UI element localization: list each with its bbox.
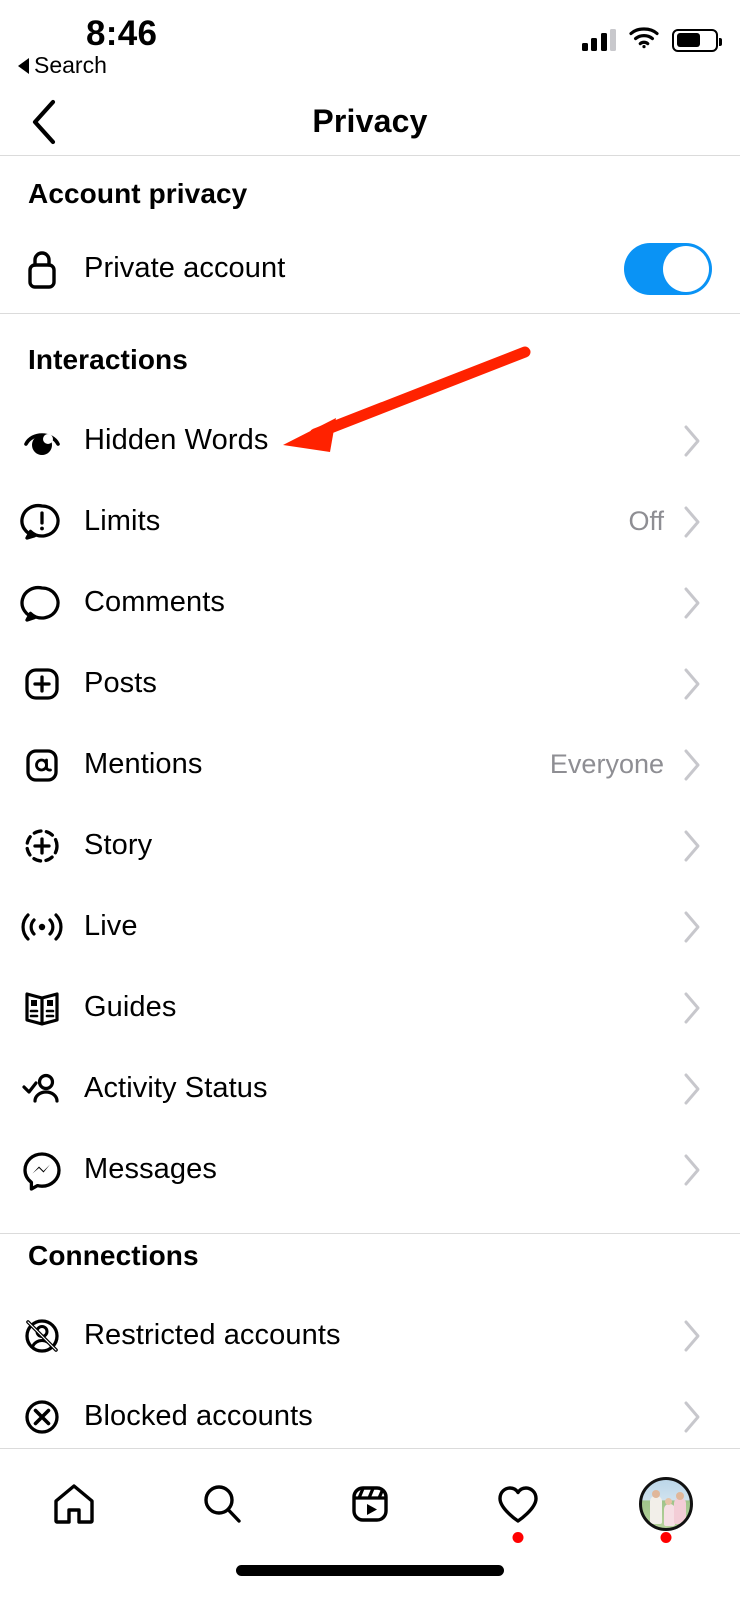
cellular-bars-icon — [582, 29, 617, 51]
search-icon — [197, 1479, 247, 1529]
row-value: Everyone — [550, 749, 664, 780]
comment-bubble-icon — [0, 581, 84, 625]
row-live[interactable]: Live — [0, 886, 740, 967]
chevron-left-icon — [29, 98, 59, 146]
battery-icon — [672, 29, 718, 52]
row-story[interactable]: Story — [0, 805, 740, 886]
avatar — [639, 1477, 693, 1531]
activity-badge-dot — [513, 1532, 524, 1543]
chevron-right-icon — [682, 1319, 722, 1353]
section-divider-2 — [0, 1233, 740, 1234]
chevron-right-icon — [682, 1153, 722, 1187]
section-title-interactions: Interactions — [28, 344, 188, 376]
tab-activity[interactable] — [444, 1449, 592, 1559]
section-title-connections: Connections — [28, 1240, 199, 1272]
lock-icon — [0, 247, 84, 291]
home-indicator — [236, 1565, 504, 1576]
section-divider-1 — [0, 313, 740, 314]
chevron-right-icon — [682, 586, 722, 620]
instagram-privacy-screen: 8:46 Search Privacy — [0, 0, 740, 1600]
row-messages[interactable]: Messages — [0, 1129, 740, 1210]
status-bar: 8:46 Search — [0, 0, 740, 88]
page-title: Privacy — [0, 88, 740, 155]
tab-reels[interactable] — [296, 1449, 444, 1559]
row-label: Limits — [84, 505, 628, 538]
story-plus-icon — [0, 824, 84, 868]
row-label: Restricted accounts — [84, 1319, 682, 1352]
profile-badge-dot — [661, 1532, 672, 1543]
chevron-right-icon — [682, 910, 722, 944]
row-label: Activity Status — [84, 1072, 682, 1105]
reels-icon — [345, 1479, 395, 1529]
row-mentions[interactable]: Mentions Everyone — [0, 724, 740, 805]
row-label: Mentions — [84, 748, 550, 781]
back-button[interactable] — [14, 88, 74, 155]
chevron-right-icon — [682, 1072, 722, 1106]
hidden-eye-icon — [0, 419, 84, 463]
tab-search[interactable] — [148, 1449, 296, 1559]
back-triangle-icon — [18, 58, 29, 74]
guides-book-icon — [0, 986, 84, 1030]
person-check-icon — [0, 1067, 84, 1111]
exclamation-bubble-icon — [0, 500, 84, 544]
toggle-knob — [663, 246, 709, 292]
row-guides[interactable]: Guides — [0, 967, 740, 1048]
row-hidden-words[interactable]: Hidden Words — [0, 400, 740, 481]
chevron-right-icon — [682, 505, 722, 539]
row-label: Posts — [84, 667, 682, 700]
back-to-app-label: Search — [34, 52, 107, 79]
nav-bar: Privacy — [0, 88, 740, 155]
row-label: Live — [84, 910, 682, 943]
row-label: Messages — [84, 1153, 682, 1186]
row-posts[interactable]: Posts — [0, 643, 740, 724]
status-bar-time: 8:46 — [86, 14, 157, 54]
row-private-account[interactable]: Private account — [0, 228, 740, 309]
row-value: Off — [628, 506, 664, 537]
at-square-icon — [0, 743, 84, 787]
row-limits[interactable]: Limits Off — [0, 481, 740, 562]
row-label: Comments — [84, 586, 682, 619]
row-activity-status[interactable]: Activity Status — [0, 1048, 740, 1129]
row-label: Hidden Words — [84, 424, 682, 457]
bottom-tab-bar — [0, 1448, 740, 1600]
restricted-person-icon — [0, 1313, 84, 1359]
status-bar-indicators — [582, 26, 719, 54]
row-label: Blocked accounts — [84, 1400, 682, 1433]
nav-divider — [0, 155, 740, 156]
chevron-right-icon — [682, 748, 722, 782]
chevron-right-icon — [682, 1400, 722, 1434]
back-to-app-link[interactable]: Search — [18, 52, 107, 79]
chevron-right-icon — [682, 667, 722, 701]
row-restricted-accounts[interactable]: Restricted accounts — [0, 1295, 740, 1376]
private-account-toggle[interactable] — [624, 243, 712, 295]
blocked-x-circle-icon — [0, 1394, 84, 1440]
row-blocked-accounts[interactable]: Blocked accounts — [0, 1376, 740, 1457]
chevron-right-icon — [682, 991, 722, 1025]
home-icon — [49, 1479, 99, 1529]
tab-profile[interactable] — [592, 1449, 740, 1559]
heart-icon — [493, 1479, 543, 1529]
messenger-icon — [0, 1148, 84, 1192]
section-title-account-privacy: Account privacy — [28, 178, 247, 210]
chevron-right-icon — [682, 829, 722, 863]
wifi-icon — [629, 26, 659, 54]
row-comments[interactable]: Comments — [0, 562, 740, 643]
row-label: Story — [84, 829, 682, 862]
chevron-right-icon — [682, 424, 722, 458]
live-broadcast-icon — [0, 905, 84, 949]
tab-home[interactable] — [0, 1449, 148, 1559]
row-label: Guides — [84, 991, 682, 1024]
plus-square-icon — [0, 662, 84, 706]
